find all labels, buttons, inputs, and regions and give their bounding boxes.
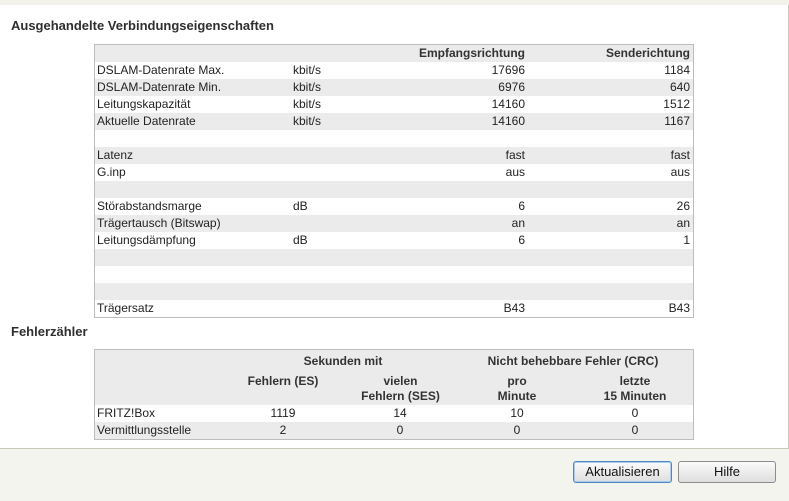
cell-label: Trägertausch (Bitswap) — [97, 216, 221, 230]
cell-per-min: 0 — [513, 423, 521, 437]
cell-label: Störabstandsmarge — [97, 199, 202, 213]
cell-down: 6 — [518, 199, 525, 213]
table-row — [95, 266, 693, 283]
table-row: Trägertausch (Bitswap) an an — [95, 215, 693, 232]
cell-last15: 0 — [631, 406, 639, 420]
cell-label: FRITZ!Box — [97, 406, 156, 420]
cell-down: 17696 — [491, 63, 525, 77]
cell-label: Trägersatz — [97, 301, 154, 315]
cell-ses: 0 — [396, 423, 404, 437]
table-row: FRITZ!Box 1119 14 10 0 — [95, 405, 693, 422]
table-row: Aktuelle Datenrate kbit/s 14160 1167 — [95, 113, 693, 130]
cell-up: 640 — [669, 80, 690, 94]
connection-table: Empfangsrichtung Senderichtung DSLAM-Dat… — [94, 44, 694, 318]
cell-down: aus — [505, 165, 525, 179]
cell-label: DSLAM-Datenrate Min. — [97, 80, 222, 94]
cell-es: 1119 — [270, 406, 296, 420]
cell-label: Vermittlungsstelle — [97, 423, 192, 437]
table-row: G.inp aus aus — [95, 164, 693, 181]
section-title-errors: Fehlerzähler — [11, 324, 88, 339]
cell-per-min: 10 — [510, 406, 524, 420]
cell-es: 2 — [279, 423, 287, 437]
table-row: Vermittlungsstelle 2 0 0 0 — [95, 422, 693, 439]
table-row: Trägersatz B43 B43 — [95, 300, 693, 317]
table-row — [95, 249, 693, 266]
cell-label: Leitungskapazität — [97, 97, 191, 111]
col-15-2: 15 Minuten — [603, 389, 667, 403]
cell-down: 6976 — [498, 80, 525, 94]
table-row: Leitungsdämpfung dB 6 1 — [95, 232, 693, 249]
table-row — [95, 181, 693, 198]
col-es: Fehlern (ES) — [247, 374, 319, 388]
cell-up: 1512 — [663, 97, 690, 111]
refresh-button[interactable]: Aktualisieren — [573, 461, 672, 483]
cell-unit: kbit/s — [293, 114, 322, 128]
cell-up: fast — [670, 148, 690, 162]
top-bar — [0, 0, 789, 5]
table-row: DSLAM-Datenrate Min. kbit/s 6976 640 — [95, 79, 693, 96]
cell-up: B43 — [668, 301, 690, 315]
cell-up: aus — [670, 165, 690, 179]
header-up: Senderichtung — [605, 46, 690, 60]
cell-up: 1 — [683, 233, 690, 247]
cell-down: fast — [505, 148, 525, 162]
cell-label: G.inp — [97, 165, 126, 179]
cell-down: 14160 — [491, 97, 525, 111]
table-row: Latenz fast fast — [95, 147, 693, 164]
cell-up: an — [676, 216, 690, 230]
cell-up: 1167 — [664, 114, 690, 128]
cell-unit: kbit/s — [293, 80, 322, 94]
error-table-header: Sekunden mit Nicht behebbare Fehler (CRC… — [95, 350, 693, 405]
cell-unit: dB — [293, 199, 308, 213]
cell-label: Latenz — [97, 148, 134, 162]
cell-down: an — [511, 216, 525, 230]
section-title-connection: Ausgehandelte Verbindungseigenschaften — [11, 18, 274, 33]
col-min-2: Minute — [497, 389, 537, 403]
cell-down: 14160 — [491, 114, 525, 128]
cell-label: Aktuelle Datenrate — [97, 114, 196, 128]
cell-unit: dB — [293, 233, 308, 247]
cell-up: 1184 — [664, 63, 690, 77]
cell-down: B43 — [503, 301, 525, 315]
group-crc: Nicht behebbare Fehler (CRC) — [487, 354, 659, 368]
table-row: Störabstandsmarge dB 6 26 — [95, 198, 693, 215]
header-down: Empfangsrichtung — [418, 46, 525, 60]
col-min-1: pro — [507, 374, 527, 388]
connection-table-header: Empfangsrichtung Senderichtung — [95, 45, 693, 62]
cell-label: Leitungsdämpfung — [97, 233, 196, 247]
cell-unit: kbit/s — [293, 97, 322, 111]
table-row — [95, 130, 693, 147]
table-row — [95, 283, 693, 300]
col-ses-1: vielen — [383, 374, 418, 388]
table-row: Leitungskapazität kbit/s 14160 1512 — [95, 96, 693, 113]
cell-unit: kbit/s — [293, 63, 322, 77]
cell-ses: 14 — [393, 406, 407, 420]
col-ses-2: Fehlern (SES) — [361, 389, 440, 403]
cell-label: DSLAM-Datenrate Max. — [97, 63, 225, 77]
table-row: DSLAM-Datenrate Max. kbit/s 17696 1184 — [95, 62, 693, 79]
error-table: Sekunden mit Nicht behebbare Fehler (CRC… — [94, 349, 694, 440]
group-seconds: Sekunden mit — [303, 354, 383, 368]
cell-down: 6 — [518, 233, 525, 247]
help-button[interactable]: Hilfe — [678, 461, 776, 483]
cell-last15: 0 — [631, 423, 639, 437]
button-bar: Aktualisieren Hilfe — [0, 448, 789, 501]
col-15-1: letzte — [619, 374, 651, 388]
cell-up: 26 — [676, 199, 690, 213]
